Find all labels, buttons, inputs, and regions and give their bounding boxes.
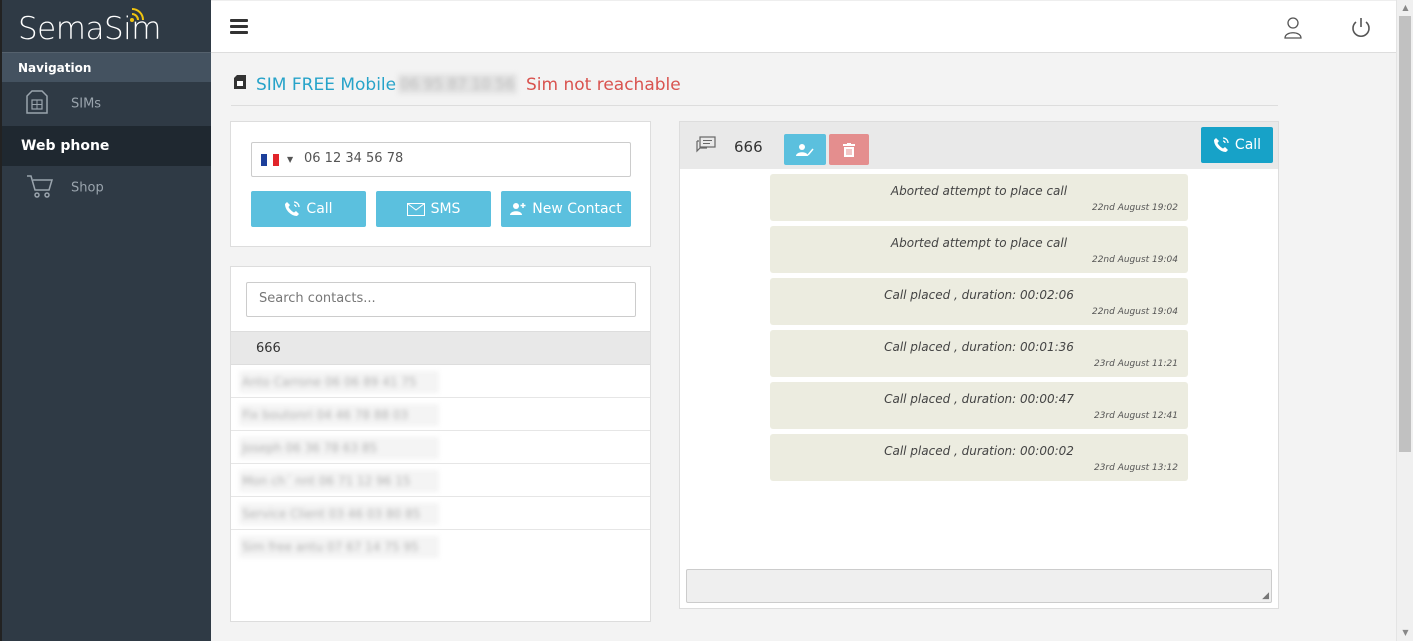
conversation-panel: 666 Call Aborted attempt to place call 22… — [679, 121, 1279, 609]
message-date: 22nd August 19:04 — [1091, 255, 1178, 265]
sms-button[interactable]: SMS — [376, 191, 491, 227]
phone-icon — [1213, 137, 1229, 152]
call-label: Call — [306, 201, 333, 217]
sim-header: SIM FREE Mobile 06 95 87 10 56 Sim not r… — [231, 68, 1278, 106]
contact-item[interactable]: Service Client 03 46 03 80 85 — [231, 497, 650, 530]
new-contact-button[interactable]: New Contact — [501, 191, 631, 227]
message-date: 23rd August 13:12 — [1093, 463, 1178, 473]
phone-icon — [285, 201, 301, 216]
sidebar-item-sims[interactable]: SIMs — [2, 82, 211, 126]
contact-text: Mon ch´ nnt 06 71 12 96 15 — [239, 470, 439, 492]
contact-text: Service Client 03 46 03 80 85 — [239, 503, 439, 525]
dialer-panel: ▼ 06 12 34 56 78 Call SMS New Contact — [230, 121, 651, 247]
call-button[interactable]: Call — [1201, 127, 1273, 163]
message-text: Call placed , duration: 00:02:06 — [884, 288, 1074, 302]
message-text: Call placed , duration: 00:00:47 — [884, 392, 1074, 406]
contact-text: Anto Carrone 06 06 89 41 75 — [239, 371, 439, 393]
power-icon[interactable] — [1351, 17, 1371, 42]
delete-conversation-button[interactable] — [829, 134, 869, 165]
message-text: Aborted attempt to place call — [890, 236, 1068, 250]
contact-item[interactable]: Sim free antu 07 67 14 75 95 — [231, 530, 650, 563]
message-compose-textarea[interactable]: ◢ — [686, 569, 1272, 603]
top-bar — [211, 0, 1396, 53]
contact-item[interactable]: Mon ch´ nnt 06 71 12 96 15 — [231, 464, 650, 497]
trash-icon — [843, 142, 855, 157]
sidebar-item-label: SIMs — [71, 96, 102, 112]
envelope-icon — [406, 202, 425, 216]
contact-text: Joseph 06 36 78 63 85 — [239, 437, 439, 459]
sim-name[interactable]: SIM FREE Mobile — [256, 75, 396, 95]
message-bubble: Aborted attempt to place call 22nd August… — [770, 174, 1188, 221]
hamburger-menu-icon[interactable] — [230, 19, 248, 34]
message-date: 22nd August 19:02 — [1091, 203, 1178, 213]
scroll-up-icon[interactable]: ▲ — [1397, 0, 1413, 16]
sidebar-item-label: Shop — [71, 180, 104, 196]
scrollbar-thumb[interactable] — [1399, 16, 1411, 452]
message-text: Call placed , duration: 00:01:36 — [884, 340, 1074, 354]
message-bubble: Call placed , duration: 00:02:06 22nd Aug… — [770, 278, 1188, 325]
chat-bubbles-icon — [696, 136, 716, 158]
sidebar-item-web-phone[interactable]: Web phone — [2, 126, 211, 166]
message-bubble: Aborted attempt to place call 22nd August… — [770, 226, 1188, 273]
sim-status: Sim not reachable — [526, 75, 681, 95]
nav-section-label: Navigation — [2, 52, 211, 82]
contact-item-selected[interactable]: 666 — [231, 331, 650, 365]
sim-number: 06 95 87 10 56 — [398, 74, 517, 94]
message-bubble: Call placed , duration: 00:01:36 23rd Aug… — [770, 330, 1188, 377]
france-flag-icon[interactable] — [261, 154, 279, 166]
message-text: Call placed , duration: 00:00:02 — [884, 444, 1074, 458]
user-icon[interactable] — [1284, 17, 1302, 43]
sim-card-icon — [26, 90, 48, 118]
logo[interactable]: SemaSim — [2, 0, 211, 52]
new-contact-label: New Contact — [532, 201, 622, 217]
conversation-title: 666 — [734, 138, 763, 156]
contact-item[interactable]: Fix boutonri 04 46 78 88 03 — [231, 398, 650, 431]
contact-item[interactable]: Anto Carrone 06 06 89 41 75 — [231, 365, 650, 398]
sidebar-item-shop[interactable]: Shop — [2, 166, 211, 210]
sim-card-icon — [234, 75, 246, 93]
message-bubble: Call placed , duration: 00:00:47 23rd Aug… — [770, 382, 1188, 429]
message-date: 23rd August 12:41 — [1093, 411, 1178, 421]
edit-contact-button[interactable] — [784, 134, 826, 165]
search-contacts-input[interactable]: Search contacts... — [246, 282, 636, 317]
chevron-down-icon[interactable]: ▼ — [287, 155, 293, 164]
call-label: Call — [1234, 137, 1262, 153]
message-bubble: Call placed , duration: 00:00:02 23rd Aug… — [770, 434, 1188, 481]
cart-icon — [26, 173, 54, 203]
resize-handle-icon[interactable]: ◢ — [1262, 591, 1269, 601]
contacts-panel: Search contacts... 666 Anto Carrone 06 0… — [230, 266, 651, 622]
edit-user-icon — [796, 143, 814, 156]
page-scrollbar[interactable]: ▲ ▼ — [1396, 0, 1413, 641]
signal-icon — [130, 8, 144, 22]
phone-number-field[interactable]: ▼ 06 12 34 56 78 — [251, 142, 631, 177]
contact-name: 666 — [256, 341, 281, 356]
message-date: 22nd August 19:04 — [1091, 307, 1178, 317]
message-date: 23rd August 11:21 — [1093, 359, 1178, 369]
conversation-header: 666 Call — [680, 122, 1278, 169]
contact-item[interactable]: Joseph 06 36 78 63 85 — [231, 431, 650, 464]
call-button[interactable]: Call — [251, 191, 366, 227]
phone-input[interactable]: 06 12 34 56 78 — [304, 151, 403, 166]
contact-text: Sim free antu 07 67 14 75 95 — [239, 536, 439, 558]
contact-text: Fix boutonri 04 46 78 88 03 — [239, 404, 439, 426]
message-text: Aborted attempt to place call — [890, 184, 1068, 198]
sms-label: SMS — [430, 201, 461, 217]
add-user-icon — [510, 203, 526, 215]
scroll-down-icon[interactable]: ▼ — [1397, 625, 1413, 641]
sidebar: SemaSim Navigation SIMs Web phone Shop — [0, 0, 211, 641]
